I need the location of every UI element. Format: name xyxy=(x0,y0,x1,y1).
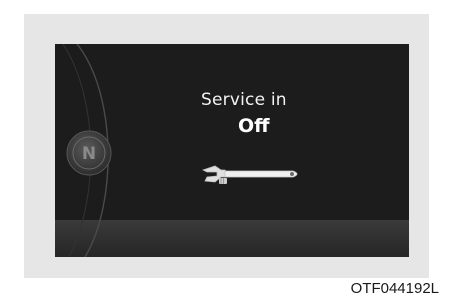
service-message-value: Off xyxy=(238,115,270,137)
cluster-decoration xyxy=(55,44,409,257)
gear-letter: N xyxy=(82,144,96,164)
cluster-display-screen: N Service in Off xyxy=(55,44,409,257)
figure-caption: OTF044192L xyxy=(350,280,439,297)
gear-indicator-n: N xyxy=(82,144,96,164)
floor-band xyxy=(55,220,409,257)
service-message-label: Service in xyxy=(201,90,287,110)
figure: N Service in Off OTF044192L xyxy=(0,0,451,305)
wrench-icon xyxy=(201,165,298,184)
